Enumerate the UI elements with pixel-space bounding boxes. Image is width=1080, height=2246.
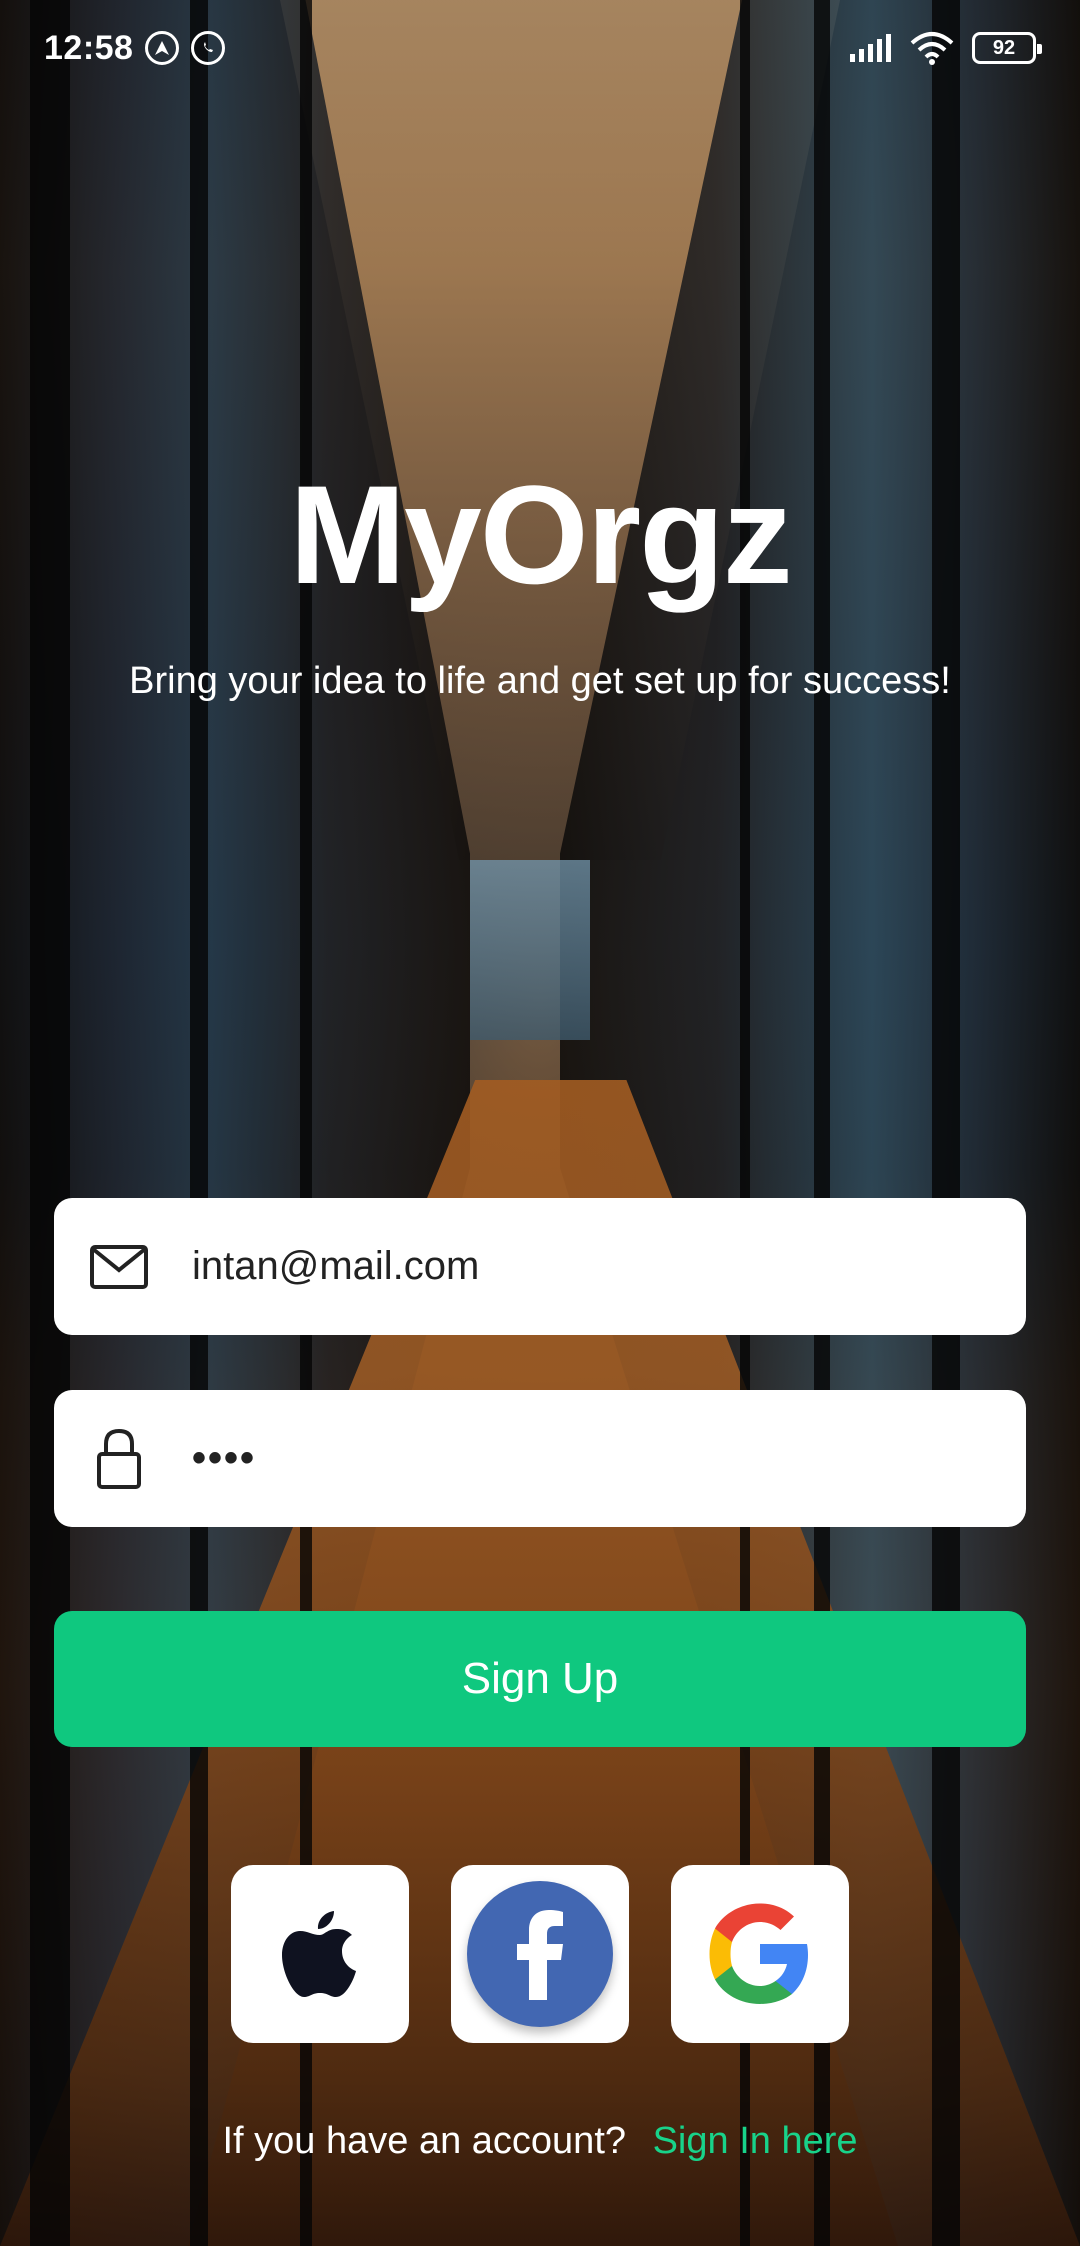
navigation-arrow-icon <box>145 31 180 65</box>
status-bar: 12:58 92 <box>0 0 1080 96</box>
footer: If you have an account? Sign In here <box>0 2120 1080 2163</box>
wifi-icon <box>910 32 954 65</box>
apple-icon <box>282 1911 356 1997</box>
google-icon <box>709 1903 808 2004</box>
app-title: MyOrgz <box>289 456 792 613</box>
email-value[interactable]: intan@mail.com <box>192 1244 479 1289</box>
mail-icon <box>88 1236 150 1298</box>
battery-level: 92 <box>992 36 1016 59</box>
lock-icon <box>88 1428 150 1490</box>
password-value[interactable]: •••• <box>192 1436 256 1481</box>
battery-icon: 92 <box>972 32 1042 64</box>
signal-icon <box>850 34 891 62</box>
facebook-icon <box>467 1881 613 2027</box>
google-signin-button[interactable] <box>671 1865 849 2043</box>
password-field[interactable]: •••• <box>54 1390 1026 1527</box>
footer-prompt: If you have an account? <box>222 2120 627 2162</box>
app-subtitle: Bring your idea to life and get set up f… <box>129 660 951 702</box>
status-time: 12:58 <box>44 28 134 67</box>
facebook-signin-button[interactable] <box>451 1865 629 2043</box>
whatsapp-icon <box>191 31 226 65</box>
sign-up-label: Sign Up <box>461 1654 619 1703</box>
email-field[interactable]: intan@mail.com <box>54 1198 1026 1335</box>
sign-up-button[interactable]: Sign Up <box>54 1611 1026 1747</box>
apple-signin-button[interactable] <box>231 1865 409 2043</box>
sign-in-link[interactable]: Sign In here <box>653 2120 858 2162</box>
